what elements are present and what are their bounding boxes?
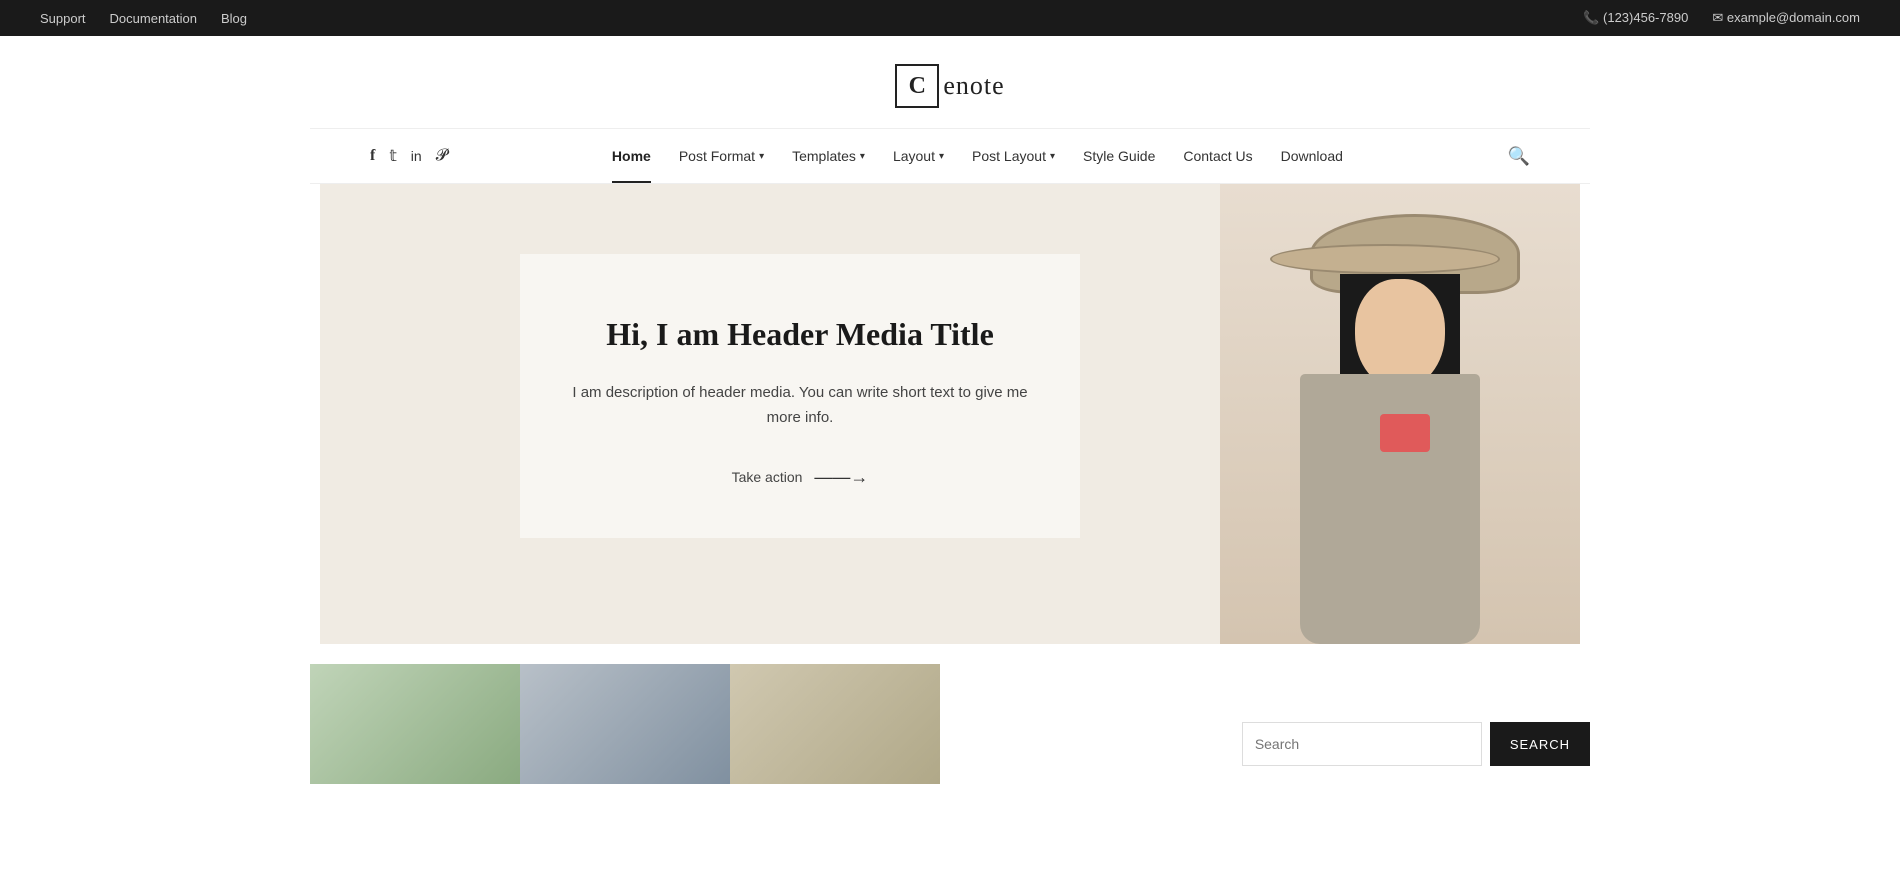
main-nav: f 𝕥 in 𝓟 Home Post Format ▾ Templates ▾ bbox=[310, 128, 1590, 184]
social-icons: f 𝕥 in 𝓟 bbox=[370, 146, 447, 166]
search-box-area: SEARCH bbox=[1182, 664, 1590, 784]
hero-person-image bbox=[1220, 184, 1580, 644]
linkedin-icon[interactable]: in bbox=[411, 148, 422, 164]
hero-content-box: Hi, I am Header Media Title I am descrip… bbox=[520, 254, 1080, 538]
phone-number: 📞 (123)456-7890 bbox=[1583, 10, 1688, 26]
nav-item-style-guide[interactable]: Style Guide bbox=[1069, 129, 1169, 183]
nav-links: Home Post Format ▾ Templates ▾ Layout ▾ … bbox=[598, 129, 1357, 183]
bottom-images bbox=[310, 664, 1182, 784]
search-icon: 🔍 bbox=[1508, 146, 1530, 166]
hero-cta-arrow: ——→ bbox=[814, 467, 868, 488]
hero-cta-button[interactable]: Take action ——→ bbox=[732, 467, 869, 488]
top-bar: Support Documentation Blog 📞 (123)456-78… bbox=[0, 0, 1900, 36]
blog-link[interactable]: Blog bbox=[221, 11, 247, 26]
logo[interactable]: C enote bbox=[895, 64, 1004, 108]
logo-text: enote bbox=[943, 71, 1004, 101]
bottom-image-3 bbox=[730, 664, 940, 784]
layout-dropdown-icon: ▾ bbox=[939, 151, 944, 162]
templates-dropdown-icon: ▾ bbox=[860, 151, 865, 162]
search-button[interactable]: 🔍 bbox=[1508, 146, 1530, 167]
hero-cta-label: Take action bbox=[732, 469, 803, 485]
support-link[interactable]: Support bbox=[40, 11, 86, 26]
nav-item-contact-us[interactable]: Contact Us bbox=[1169, 129, 1266, 183]
twitter-icon[interactable]: 𝕥 bbox=[389, 146, 396, 166]
documentation-link[interactable]: Documentation bbox=[110, 11, 197, 26]
email-address: ✉ example@domain.com bbox=[1712, 10, 1860, 26]
bottom-image-1 bbox=[310, 664, 520, 784]
email-icon: ✉ bbox=[1712, 10, 1723, 25]
hero-description: I am description of header media. You ca… bbox=[570, 380, 1030, 431]
nav-item-layout[interactable]: Layout ▾ bbox=[879, 129, 958, 183]
bottom-image-2 bbox=[520, 664, 730, 784]
post-layout-dropdown-icon: ▾ bbox=[1050, 151, 1055, 162]
page: Support Documentation Blog 📞 (123)456-78… bbox=[0, 0, 1900, 784]
bottom-section: SEARCH bbox=[0, 664, 1900, 784]
nav-item-templates[interactable]: Templates ▾ bbox=[778, 129, 879, 183]
post-format-dropdown-icon: ▾ bbox=[759, 151, 764, 162]
search-input[interactable] bbox=[1242, 722, 1482, 766]
logo-c-box: C bbox=[895, 64, 939, 108]
hero-title: Hi, I am Header Media Title bbox=[570, 314, 1030, 356]
nav-item-download[interactable]: Download bbox=[1267, 129, 1357, 183]
logo-area: C enote bbox=[0, 36, 1900, 128]
nav-item-post-layout[interactable]: Post Layout ▾ bbox=[958, 129, 1069, 183]
top-bar-left: Support Documentation Blog bbox=[40, 11, 247, 26]
facebook-icon[interactable]: f bbox=[370, 147, 375, 165]
hero-section: Hi, I am Header Media Title I am descrip… bbox=[320, 184, 1580, 644]
search-submit-button[interactable]: SEARCH bbox=[1490, 722, 1590, 766]
top-bar-right: 📞 (123)456-7890 ✉ example@domain.com bbox=[1583, 10, 1860, 26]
nav-item-post-format[interactable]: Post Format ▾ bbox=[665, 129, 778, 183]
nav-item-home[interactable]: Home bbox=[598, 129, 665, 183]
pinterest-icon[interactable]: 𝓟 bbox=[436, 147, 448, 165]
phone-icon: 📞 bbox=[1583, 10, 1599, 25]
logo-letter: C bbox=[909, 73, 926, 100]
